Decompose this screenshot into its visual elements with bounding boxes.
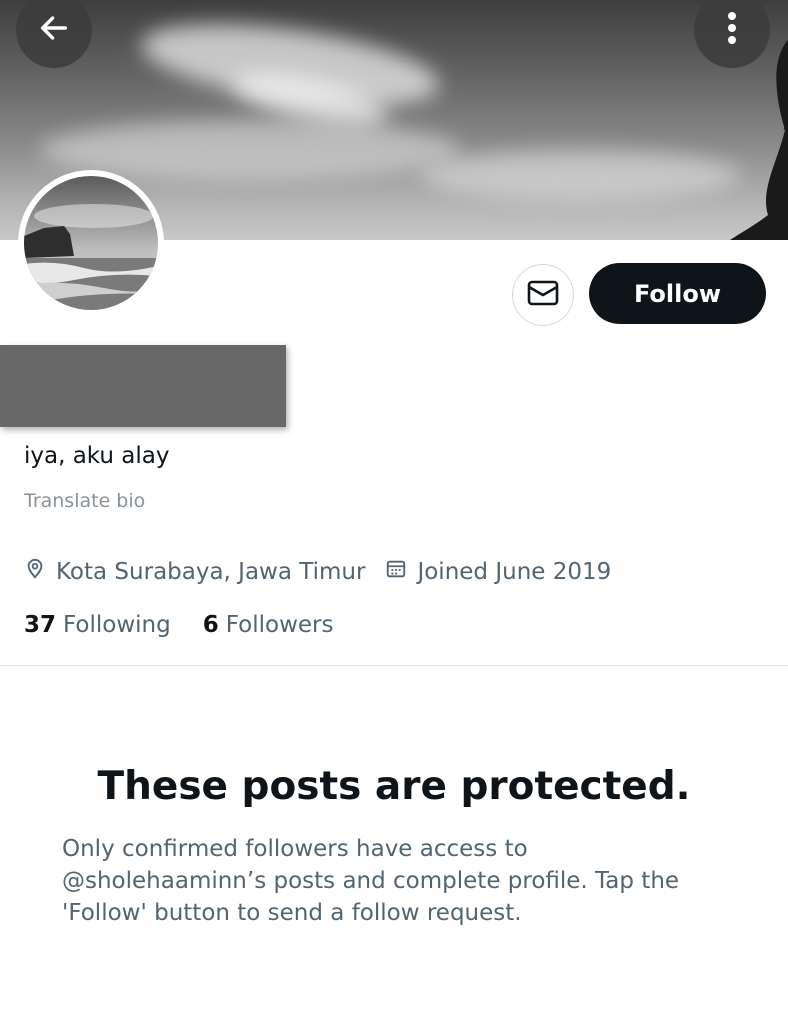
section-divider [0, 665, 788, 666]
calendar-icon [385, 558, 417, 586]
following-count: 37 [24, 612, 57, 638]
joined-date-text: Joined June 2019 [417, 559, 612, 585]
avatar-image [24, 176, 158, 310]
followers-label: Followers [225, 612, 334, 638]
following-label: Following [63, 612, 171, 638]
redacted-name [0, 345, 286, 427]
profile-meta: Kota Surabaya, Jawa Timur Joined June 20… [24, 558, 611, 586]
location-text: Kota Surabaya, Jawa Timur [56, 559, 366, 585]
protected-description: Only confirmed followers have access to … [62, 836, 680, 926]
follow-button[interactable]: Follow [589, 263, 766, 324]
bio-text: iya, aku alay [24, 443, 170, 469]
followers-link[interactable]: 6 Followers [203, 612, 334, 638]
followers-count: 6 [202, 612, 219, 638]
arrow-left-icon [37, 11, 71, 49]
follow-counts: 37 Following 6 Followers [24, 612, 333, 638]
translate-bio-link[interactable]: Translate bio [24, 490, 145, 512]
message-button[interactable] [512, 264, 574, 326]
map-pin-icon [24, 558, 56, 586]
vertical-dots-icon [726, 8, 738, 52]
envelope-icon [527, 280, 559, 310]
avatar[interactable] [18, 170, 164, 316]
protected-title: These posts are protected. [97, 764, 691, 809]
following-link[interactable]: 37 Following [24, 612, 171, 638]
